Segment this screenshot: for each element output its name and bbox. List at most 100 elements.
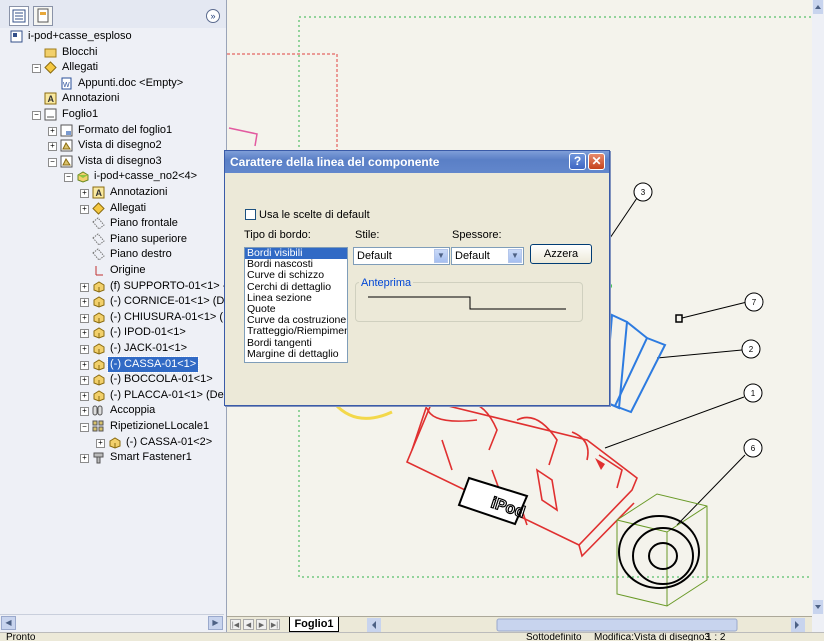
svg-text:A: A <box>48 94 55 104</box>
style-label: Stile: <box>355 229 380 241</box>
tree-item[interactable]: + (-) IPOD-01<1> <box>0 325 224 340</box>
tree-item[interactable]: + (-) CASSA-01<1> <box>0 355 224 373</box>
tree-item[interactable]: Piano destro <box>0 247 224 262</box>
red-detail-mark <box>595 458 605 470</box>
dialog-title-bar[interactable]: Carattere della linea del componente ? ✕ <box>225 151 609 173</box>
leader-2 <box>656 349 743 359</box>
property-tab[interactable] <box>33 6 53 26</box>
tree-item[interactable]: + Accoppia <box>0 403 224 418</box>
tree-item[interactable]: A Annotazioni <box>0 91 224 106</box>
tree-item[interactable]: Blocchi <box>0 45 224 60</box>
ipod-badge: iPod <box>457 476 529 526</box>
balloon-1[interactable]: 1 <box>743 383 763 403</box>
expand-icon[interactable]: + <box>80 189 89 198</box>
tree-item[interactable]: + A Annotazioni <box>0 185 224 200</box>
balloon-3[interactable]: 3 <box>633 182 653 202</box>
tree-item[interactable]: + (-) CHIUSURA-01<1> (Default <box>0 310 224 325</box>
last-sheet-icon[interactable]: ▶| <box>269 619 280 630</box>
svg-text:A: A <box>96 188 103 198</box>
tree-item-label: Piano destro <box>110 248 172 261</box>
svg-text:W: W <box>63 82 70 89</box>
tree-item-label: Appunti.doc <Empty> <box>78 76 184 89</box>
expand-icon[interactable]: + <box>80 360 89 370</box>
expand-icon[interactable]: + <box>80 376 89 386</box>
border-type-option[interactable]: Bordi tangenti <box>245 337 347 349</box>
next-sheet-icon[interactable]: ▶ <box>256 619 267 630</box>
annotations-icon: A <box>44 92 57 105</box>
tree-item[interactable]: + (-) JACK-01<1> <box>0 341 224 356</box>
collapse-icon[interactable]: − <box>48 157 57 167</box>
tree-item[interactable]: + (-) BOCCOLA-01<1> <box>0 372 224 387</box>
leader-6 <box>676 454 746 526</box>
dialog-title: Carattere della linea del componente <box>230 155 440 169</box>
tree-item[interactable]: Piano frontale <box>0 216 224 231</box>
expand-icon[interactable]: + <box>48 142 57 152</box>
prev-sheet-icon[interactable]: ◀ <box>243 619 254 630</box>
first-sheet-icon[interactable]: |◀ <box>230 619 241 630</box>
tree-item[interactable]: Origine <box>0 263 224 278</box>
thickness-select[interactable]: Default ▼ <box>451 247 524 265</box>
tree-item[interactable]: − RipetizioneLLocale1 <box>0 419 224 434</box>
tree-horizontal-scrollbar[interactable]: ◀ ▶ <box>0 614 224 631</box>
chevron-down-icon[interactable]: ▼ <box>434 249 448 263</box>
expand-icon[interactable]: + <box>80 204 89 214</box>
part-icon <box>92 342 105 355</box>
balloon-6[interactable]: 6 <box>743 438 763 458</box>
close-icon[interactable]: ✕ <box>588 153 605 170</box>
collapse-icon[interactable]: − <box>64 173 73 183</box>
expand-icon[interactable]: + <box>80 282 89 292</box>
help-icon[interactable]: ? <box>569 153 586 170</box>
expand-icon[interactable]: + <box>96 438 105 448</box>
tree-item[interactable]: W Appunti.doc <Empty> <box>0 76 224 91</box>
tree-item[interactable]: + Formato del foglio1 <box>0 123 224 138</box>
expand-icon[interactable]: + <box>80 329 89 339</box>
scroll-left-icon[interactable]: ◀ <box>1 616 16 630</box>
border-type-option[interactable]: Margine di dettaglio <box>245 348 347 360</box>
tree-item[interactable]: − Vista di disegno3 <box>0 154 224 169</box>
tree-item-label: Allegati <box>62 61 99 74</box>
sheet-tab-foglio1[interactable]: Foglio1 <box>289 617 339 632</box>
tree-item-label: (-) CASSA-01<2> <box>126 435 213 448</box>
tree-item[interactable]: + (f) SUPPORTO-01<1> -> (Def <box>0 279 224 294</box>
yellow-arc <box>333 402 393 420</box>
expand-icon[interactable]: + <box>80 345 89 354</box>
balloon-2[interactable]: 2 <box>741 339 761 359</box>
tree-item[interactable]: − i-pod+casse_no2<4> <box>0 169 224 184</box>
tree-item[interactable]: + (-) PLACCA-01<1> (Default) <box>0 388 224 403</box>
tree-item[interactable]: − Allegati <box>0 60 224 75</box>
expand-icon[interactable]: + <box>80 454 89 464</box>
border-type-option[interactable]: Tratteggio/Riempimento <box>245 326 347 337</box>
drawing-view-icon <box>60 139 73 152</box>
collapse-icon[interactable]: − <box>32 64 41 74</box>
feature-tree-tab[interactable] <box>9 6 29 26</box>
drawing-vertical-scrollbar[interactable] <box>812 0 824 632</box>
scroll-right-icon[interactable]: ▶ <box>208 616 223 630</box>
expand-icon[interactable]: + <box>80 313 89 323</box>
tree-item[interactable]: + (-) CASSA-01<2> <box>0 435 224 450</box>
use-defaults-checkbox[interactable] <box>245 209 256 220</box>
border-type-list[interactable]: Bordi visibili Bordi nascosti Curve di sch… <box>244 247 348 363</box>
balloon-7[interactable]: 7 <box>744 292 764 312</box>
feature-tree-icon <box>12 9 26 23</box>
drawing-hscroll[interactable] <box>367 617 807 633</box>
thickness-label: Spessore: <box>452 229 502 241</box>
expand-icon[interactable]: + <box>80 407 89 417</box>
panel-expand-icon[interactable]: » <box>206 9 220 23</box>
tree-item[interactable]: + (-) CORNICE-01<1> (Default) <box>0 294 224 309</box>
expand-icon[interactable]: + <box>48 126 57 136</box>
reset-button[interactable]: Azzera <box>530 244 592 264</box>
tree-item[interactable]: i-pod+casse_esploso <box>0 29 224 44</box>
style-select[interactable]: Default ▼ <box>353 247 450 265</box>
tree-item[interactable]: + Smart Fastener1 <box>0 450 224 465</box>
expand-icon[interactable]: + <box>80 391 89 401</box>
chevron-down-icon[interactable]: ▼ <box>508 249 522 263</box>
tree-item[interactable]: − Foglio1 <box>0 107 224 122</box>
sheet-format-icon <box>60 124 73 137</box>
tree-item[interactable]: Piano superiore <box>0 232 224 247</box>
tree-item[interactable]: + Vista di disegno2 <box>0 138 224 153</box>
expand-icon[interactable]: + <box>80 298 89 308</box>
collapse-icon[interactable]: − <box>80 423 89 432</box>
tree-item[interactable]: + Allegati <box>0 201 224 216</box>
collapse-icon[interactable]: − <box>32 111 41 120</box>
border-type-option[interactable]: Curve di schizzo <box>245 270 347 281</box>
